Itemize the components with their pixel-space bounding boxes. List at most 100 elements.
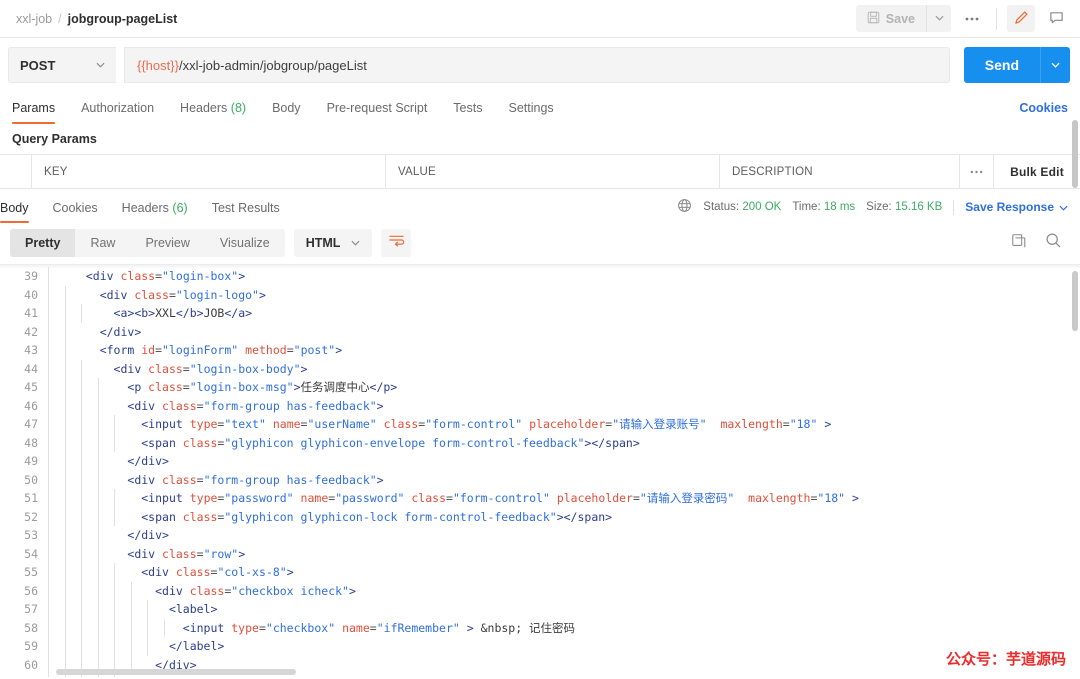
response-tab-test-results[interactable]: Test Results [200, 201, 292, 223]
breadcrumb: xxl-job / jobgroup-pageList [16, 12, 177, 26]
view-preview-button[interactable]: Preview [130, 229, 204, 257]
code-token: 任务调度中心 [300, 380, 370, 394]
line-number: 39 [24, 269, 38, 283]
code-token: <form [99, 343, 142, 357]
edit-pencil-button[interactable] [1007, 5, 1035, 32]
response-tab-test-results-label: Test Results [211, 201, 280, 215]
cookies-link[interactable]: Cookies [1019, 101, 1068, 124]
chevron-down-icon [96, 60, 105, 71]
http-method-value: POST [20, 57, 56, 73]
tab-headers[interactable]: Headers (8) [167, 101, 259, 124]
column-header-description: DESCRIPTION [720, 155, 960, 188]
tab-authorization[interactable]: Authorization [68, 101, 167, 124]
bulk-edit-button[interactable]: Bulk Edit [994, 155, 1080, 188]
code-token: method [245, 343, 287, 357]
code-token: <input [141, 417, 190, 431]
response-tab-headers-count: (6) [172, 201, 188, 215]
code-token: "col-xs-8" [217, 565, 287, 579]
line-number: 60 [24, 657, 38, 672]
page-scrollbar-thumb[interactable] [1072, 120, 1078, 188]
toolbar-divider [996, 7, 997, 30]
pencil-icon [1014, 10, 1029, 28]
code-token: "ifRemember" [376, 620, 460, 635]
response-tools [1011, 232, 1068, 254]
code-token: </div> [99, 324, 142, 339]
search-button[interactable] [1045, 232, 1062, 254]
code-token: class [120, 269, 156, 283]
time-block: Time: 18 ms [792, 201, 855, 213]
more-options-button[interactable] [958, 5, 986, 32]
params-more-options-button[interactable] [960, 155, 994, 188]
code-token: class [148, 361, 183, 376]
page-scrollbar[interactable] [1071, 120, 1078, 320]
code-line-content: <input type="text" name="userName" class… [48, 415, 831, 434]
code-line-content: <div class="checkbox icheck"> [48, 581, 356, 600]
response-tab-body[interactable]: Body [0, 201, 41, 223]
wrap-lines-button[interactable] [381, 229, 412, 257]
save-button[interactable]: Save [855, 5, 926, 32]
response-tab-headers[interactable]: Headers (6) [110, 201, 200, 223]
url-variable: {{host}} [137, 57, 179, 73]
view-pretty-button[interactable]: Pretty [10, 229, 76, 257]
code-token: class [134, 287, 169, 302]
line-number: 47 [24, 417, 38, 431]
comment-button[interactable] [1042, 5, 1070, 32]
code-horizontal-scrollbar[interactable] [56, 669, 296, 675]
tab-params[interactable]: Params [12, 101, 68, 124]
line-number: 57 [24, 602, 38, 616]
code-line-content: </label> [48, 637, 224, 656]
code-token: class [175, 565, 211, 579]
http-method-select[interactable]: POST [8, 47, 116, 83]
line-number: 45 [24, 380, 38, 394]
language-select[interactable]: HTML [293, 229, 373, 257]
code-line-content: <div class="login-box"> [48, 267, 245, 286]
save-response-button[interactable]: Save Response [965, 200, 1068, 214]
url-input[interactable]: {{host}}/xxl-job-admin/jobgroup/pageList [124, 47, 950, 83]
size-value: 15.16 KB [894, 201, 943, 213]
send-dropdown-button[interactable] [1040, 47, 1070, 83]
tab-tests[interactable]: Tests [440, 101, 495, 124]
code-token: </div> [141, 676, 183, 677]
code-token: "glyphicon glyphicon-envelope form-contr… [224, 435, 585, 450]
query-params-label: Query Params [12, 132, 97, 146]
code-token: "checkbox icheck" [231, 583, 349, 598]
url-path: /xxl-job-admin/jobgroup/pageList [178, 57, 367, 73]
tab-body[interactable]: Body [259, 101, 314, 124]
line-number: 56 [24, 583, 38, 598]
view-raw-button[interactable]: Raw [75, 229, 130, 257]
code-token: = [182, 361, 190, 376]
copy-button[interactable] [1011, 233, 1027, 254]
tab-settings[interactable]: Settings [495, 101, 566, 124]
code-token: XXL [155, 306, 176, 320]
view-visualize-button[interactable]: Visualize [205, 229, 285, 257]
breadcrumb-collection[interactable]: xxl-job [16, 12, 52, 26]
code-line: 51 <input type = "password" name = "password… [0, 489, 1080, 508]
code-token: = [632, 491, 640, 505]
code-token: "checkbox" [265, 620, 336, 635]
response-tab-cookies[interactable]: Cookies [41, 201, 110, 223]
code-token: "form-group has-feedback" [203, 398, 377, 413]
code-token: <span [141, 509, 183, 524]
code-token: <input [182, 620, 232, 635]
send-button[interactable]: Send [963, 47, 1040, 83]
code-line: 45 <p class="login-box-msg">任务调度中心</p> [0, 378, 1080, 397]
tab-pre-request-script[interactable]: Pre-request Script [314, 101, 441, 124]
globe-icon[interactable] [677, 198, 692, 216]
code-token: type [231, 620, 259, 635]
code-token: class [148, 380, 183, 394]
code-token: "text" [224, 417, 266, 431]
line-number: 51 [24, 491, 38, 505]
code-token: > [376, 472, 384, 487]
code-line: 59 </label> [0, 637, 1080, 656]
code-token: </b> [175, 306, 204, 320]
breadcrumb-current[interactable]: jobgroup-pageList [68, 12, 178, 26]
response-body-code-viewer[interactable]: 39 <div class="login-box"> 40 <div class=… [0, 264, 1080, 677]
code-token: </p> [369, 380, 398, 394]
code-line: 40 <div class="login-logo"> [0, 285, 1080, 304]
response-bar: Body Cookies Headers (6) Test Results St… [0, 189, 1080, 223]
chevron-down-icon [934, 13, 944, 24]
tab-body-label: Body [272, 101, 301, 115]
code-token: "login-box" [162, 269, 239, 283]
save-dropdown-button[interactable] [926, 5, 951, 32]
request-tabs: Params Authorization Headers (8) Body Pr… [0, 92, 1080, 124]
